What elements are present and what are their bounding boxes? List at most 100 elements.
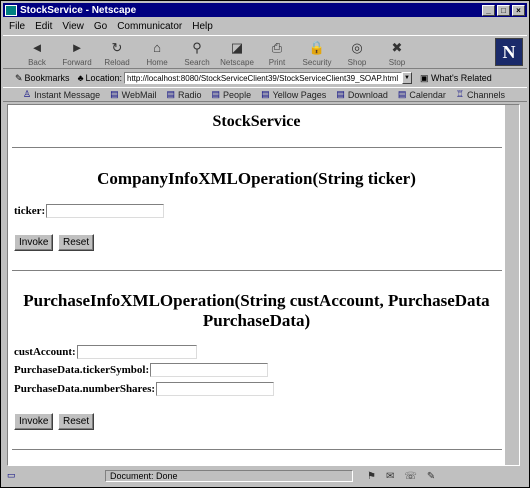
divider <box>12 270 502 272</box>
menu-communicator[interactable]: Communicator <box>117 21 182 32</box>
bookmarks-label: Bookmarks <box>24 73 70 83</box>
reset-button[interactable]: Reset <box>58 413 95 430</box>
personal-item-webmail[interactable]: ▤ WebMail <box>110 89 156 100</box>
personal-item-label: Instant Message <box>34 89 101 100</box>
print-label: Print <box>268 57 286 67</box>
page-content: StockService CompanyInfoXMLOperation(Str… <box>7 104 520 466</box>
divider <box>12 449 502 451</box>
personal-item-label: Calendar <box>409 89 446 100</box>
bookmark-icon: ▤ <box>166 89 176 99</box>
back-label: Back <box>28 57 46 67</box>
personal-item-label: People <box>223 89 252 100</box>
discussion-icon[interactable]: ☏ <box>404 471 417 482</box>
netscape-label: Netscape <box>220 57 254 67</box>
ticker-symbol-field-row: PurchaseData.tickerSymbol: <box>14 363 269 377</box>
page-body: StockService CompanyInfoXMLOperation(Str… <box>8 105 505 451</box>
search-icon: ⚲ <box>192 39 202 55</box>
home-button[interactable]: ⌂ Home <box>137 36 177 70</box>
netscape-button[interactable]: ◪ Netscape <box>217 36 257 70</box>
personal-item-radio[interactable]: ▤ Radio <box>167 89 202 100</box>
netscape-icon: ◪ <box>230 39 244 55</box>
location-label-group: ♣ Location: <box>78 73 122 83</box>
cust-account-input[interactable] <box>76 345 197 359</box>
vertical-scrollbar[interactable] <box>505 105 519 465</box>
forward-icon: ► <box>70 40 84 55</box>
channels-icon: ♖ <box>455 89 464 99</box>
forward-button[interactable]: ► Forward <box>57 36 97 70</box>
number-shares-field-row: PurchaseData.numberShares: <box>14 382 275 396</box>
number-shares-input[interactable] <box>156 382 275 396</box>
personal-item-yellow-pages[interactable]: ▤ Yellow Pages <box>261 89 326 100</box>
ticker-label: ticker: <box>14 205 46 217</box>
menu-view[interactable]: View <box>62 21 84 32</box>
divider <box>12 147 502 149</box>
personal-item-channels[interactable]: ♖ Channels <box>456 89 505 100</box>
mail-icon[interactable]: ✉ <box>386 471 394 482</box>
personal-item-calendar[interactable]: ▤ Calendar <box>398 89 446 100</box>
personal-item-label: Download <box>347 89 388 100</box>
location-toolbar: ✎ Bookmarks ♣ Location: http://localhost:8… <box>3 70 527 86</box>
home-icon: ⌂ <box>153 40 161 55</box>
whats-related-label: What's Related <box>431 72 492 83</box>
bookmark-icon: ✎ <box>15 72 23 83</box>
composer-icon[interactable]: ✎ <box>427 471 435 482</box>
page-title: StockService <box>212 113 301 130</box>
component-bar: ⚑ ✉ ☏ ✎ <box>367 471 435 482</box>
minimize-button[interactable]: _ <box>482 4 495 16</box>
personal-item-label: Radio <box>178 89 202 100</box>
personal-item-label: WebMail <box>121 89 157 100</box>
ticker-symbol-input[interactable] <box>150 363 269 377</box>
whats-related-button[interactable]: ▣ What's Related <box>420 73 492 84</box>
search-button[interactable]: ⚲ Search <box>177 36 217 70</box>
search-label: Search <box>184 57 210 67</box>
reload-button[interactable]: ↻ Reload <box>97 36 137 70</box>
netscape-app-icon <box>5 4 17 16</box>
navigator-icon[interactable]: ⚑ <box>367 471 376 482</box>
forward-label: Forward <box>62 57 92 67</box>
shop-button[interactable]: ◎ Shop <box>337 36 377 70</box>
person-icon: ♙ <box>23 89 32 99</box>
menu-file[interactable]: File <box>9 21 25 32</box>
menu-edit[interactable]: Edit <box>35 21 52 32</box>
menu-help[interactable]: Help <box>192 21 213 32</box>
lock-icon: 🔒 <box>308 39 326 55</box>
title-bar: StockService - Netscape _ □ × <box>3 3 527 17</box>
location-label: Location: <box>85 73 122 83</box>
bookmark-icon: ▤ <box>397 89 407 99</box>
status-bar: ▭ Document: Done ⚑ ✉ ☏ ✎ <box>3 468 527 484</box>
menu-bar: File Edit View Go Communicator Help <box>3 19 530 33</box>
cust-account-label: custAccount: <box>14 346 76 358</box>
navigation-toolbar: ◄ Back ► Forward ↻ Reload ⌂ Home ⚲ Search ◪ Ne… <box>3 35 527 69</box>
personal-item-label: Yellow Pages <box>272 89 327 100</box>
window-title: StockService - Netscape <box>20 4 137 16</box>
print-button[interactable]: ⎙ Print <box>257 36 297 70</box>
ticker-input[interactable] <box>46 204 165 218</box>
personal-item-instant-message[interactable]: ♙ Instant Message <box>23 89 100 100</box>
security-button[interactable]: 🔒 Security <box>297 36 337 70</box>
print-icon: ⎙ <box>271 39 283 55</box>
maximize-button[interactable]: □ <box>497 4 510 16</box>
related-icon: ▣ <box>420 72 429 83</box>
home-label: Home <box>146 57 168 67</box>
bookmarks-button[interactable]: ✎ Bookmarks <box>15 73 70 84</box>
browser-window: StockService - Netscape _ □ × File Edit … <box>0 0 530 488</box>
shop-icon: ◎ <box>351 39 363 55</box>
reload-label: Reload <box>104 57 130 67</box>
operation-heading-company-info: CompanyInfoXMLOperation(String ticker) <box>97 169 416 188</box>
personal-item-people[interactable]: ▤ People <box>212 89 252 100</box>
url-input[interactable]: http://localhost:8080/StockServiceClient… <box>124 72 402 84</box>
netscape-logo[interactable]: N <box>495 38 523 66</box>
url-dropdown-button[interactable]: ▼ <box>402 72 412 84</box>
bookmark-icon: ▤ <box>336 89 345 99</box>
reset-button[interactable]: Reset <box>58 234 95 251</box>
invoke-button[interactable]: Invoke <box>14 234 54 251</box>
personal-item-label: Channels <box>466 89 506 100</box>
stop-button[interactable]: ✖ Stop <box>377 36 417 70</box>
security-status-icon[interactable]: ▭ <box>7 470 25 482</box>
close-button[interactable]: × <box>512 4 525 16</box>
personal-item-download[interactable]: ▤ Download <box>336 89 388 100</box>
invoke-button[interactable]: Invoke <box>14 413 54 430</box>
page-proxy-icon[interactable]: ♣ <box>78 73 84 83</box>
menu-go[interactable]: Go <box>94 21 107 32</box>
back-button[interactable]: ◄ Back <box>17 36 57 70</box>
